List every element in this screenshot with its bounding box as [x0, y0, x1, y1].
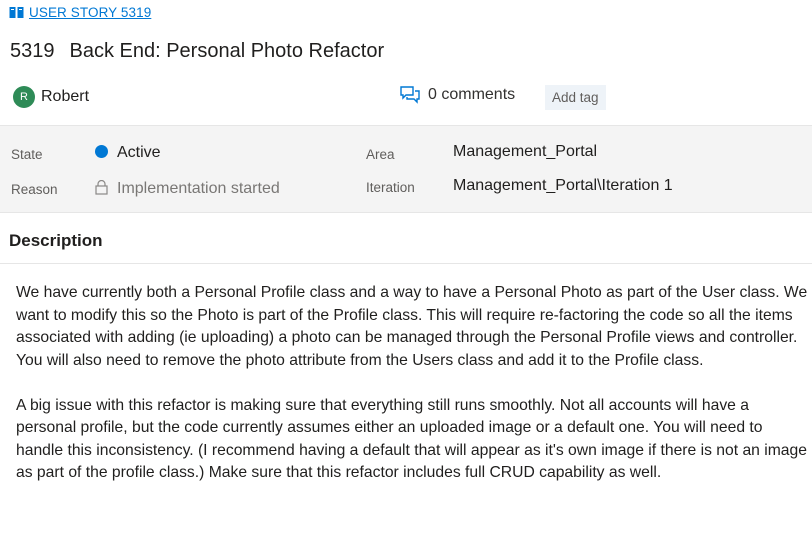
reason-field: Implementation started	[95, 180, 280, 198]
iteration-label: Iteration	[366, 180, 415, 195]
state-label: State	[11, 147, 43, 162]
description-header[interactable]: Description	[0, 222, 812, 264]
meta-row: R Robert 0 comments Add tag	[0, 84, 812, 112]
assignee-picker[interactable]: R Robert	[13, 86, 89, 108]
state-active-dot-icon	[95, 145, 108, 158]
lock-icon	[95, 180, 108, 195]
area-label: Area	[366, 147, 395, 162]
reason-label: Reason	[11, 182, 58, 197]
work-item-type-label[interactable]: USER STORY 5319	[29, 5, 151, 20]
avatar: R	[13, 86, 35, 108]
book-icon	[9, 7, 24, 18]
reason-value: Implementation started	[117, 180, 280, 197]
state-dropdown[interactable]: Active	[95, 144, 161, 162]
fields-panel: State Active Reason Implementation start…	[0, 125, 812, 213]
assignee-name: Robert	[41, 88, 90, 105]
work-item-id: 5319	[10, 40, 55, 62]
description-heading: Description	[9, 231, 103, 250]
iteration-value[interactable]: Management_Portal\Iteration 1	[453, 177, 673, 195]
comments-count: 0 comments	[428, 86, 516, 103]
work-item-type-link[interactable]: USER STORY 5319	[9, 5, 151, 20]
comments-link[interactable]: 0 comments	[400, 86, 515, 104]
area-value[interactable]: Management_Portal	[453, 143, 597, 161]
add-tag-button[interactable]: Add tag	[545, 85, 606, 110]
description-paragraph: A big issue with this refactor is making…	[16, 396, 807, 482]
description-paragraph: We have currently both a Personal Profil…	[16, 284, 808, 369]
state-value: Active	[117, 144, 161, 161]
work-item-title[interactable]: Back End: Personal Photo Refactor	[70, 40, 385, 63]
work-item-title-row: 5319 Back End: Personal Photo Refactor	[10, 40, 384, 63]
description-editor[interactable]: We have currently both a Personal Profil…	[16, 282, 812, 507]
comments-icon	[400, 86, 420, 104]
